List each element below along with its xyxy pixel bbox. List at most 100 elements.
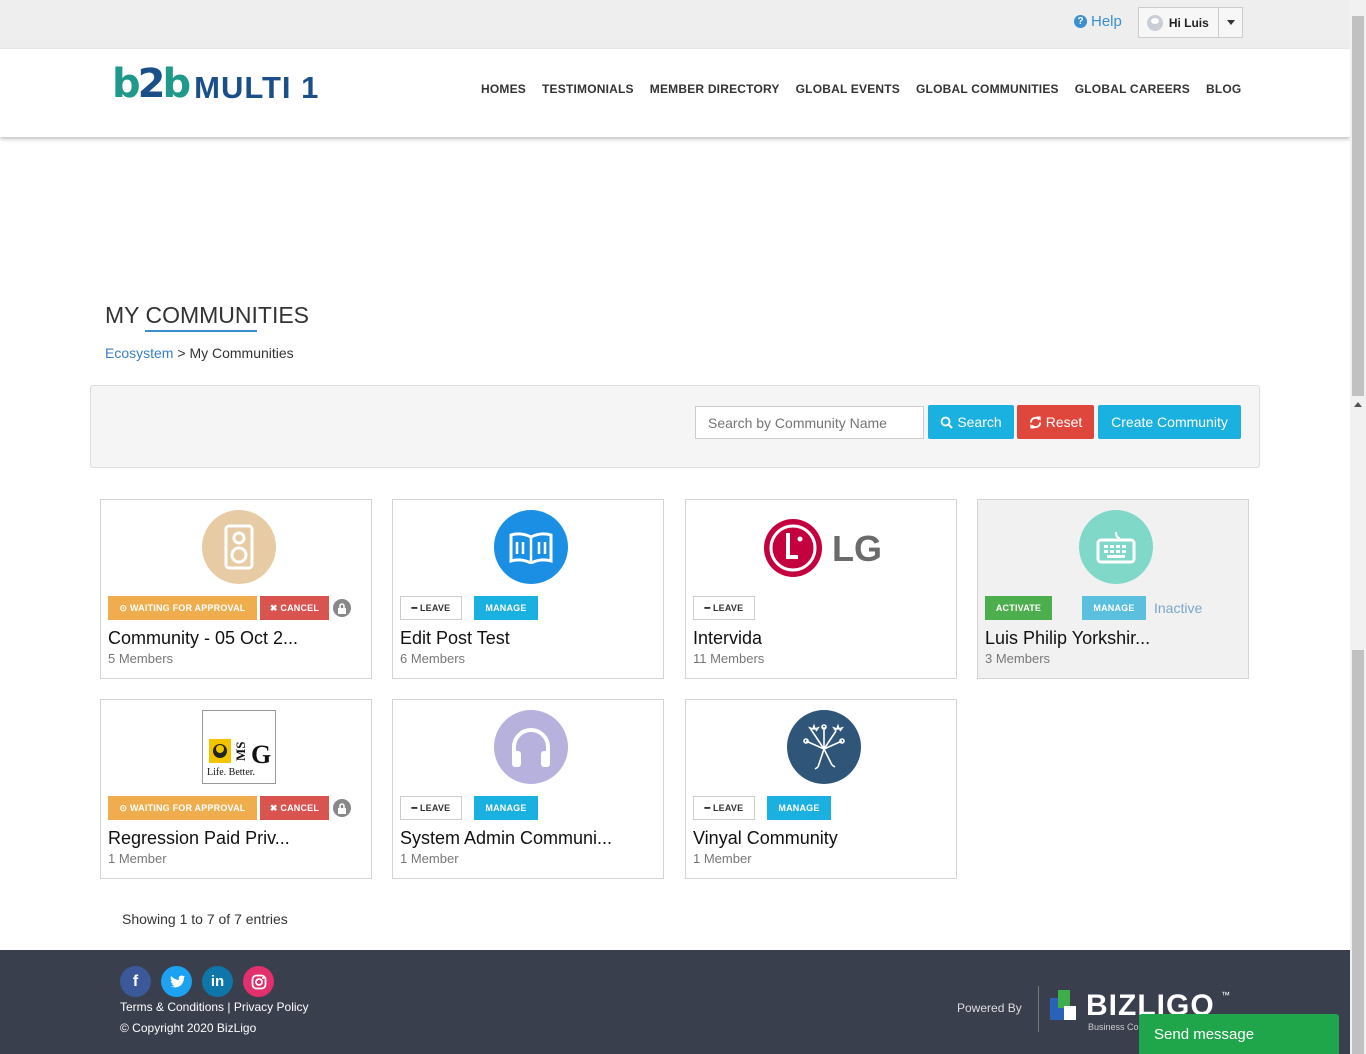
leave-button[interactable]: ━ LEAVE [400,596,462,620]
terms-link[interactable]: Terms & Conditions [120,1000,224,1014]
nav-global-communities[interactable]: GLOBAL COMMUNITIES [916,82,1059,96]
site-header: b2b MULTI 1 HOMES TESTIMONIALS MEMBER DI… [0,49,1350,137]
community-member-count: 11 Members [693,651,765,666]
send-message-chat-button[interactable]: Send message [1139,1014,1339,1054]
community-search-input[interactable] [695,406,924,439]
bizligo-mark-icon [1050,990,1076,1020]
status-inactive: Inactive [1154,600,1203,616]
breadcrumb-current: My Communities [189,345,294,361]
community-member-count: 1 Member [400,851,459,866]
refresh-icon [1029,415,1041,429]
waiting-for-approval-badge: ⊙ WAITING FOR APPROVAL [108,596,257,620]
search-icon [940,416,954,429]
community-card[interactable]: ━ LEAVE MANAGE Edit Post Test 6 Members [392,499,664,679]
footer-links: Terms & Conditions | Privacy Policy [120,1000,309,1014]
title-underline [145,330,257,332]
community-card[interactable]: LG ━ LEAVE Intervida 11 Members [685,499,957,679]
headphones-icon [494,710,568,784]
community-name[interactable]: Intervida [693,628,762,649]
community-name[interactable]: Regression Paid Priv... [108,828,290,849]
nav-global-careers[interactable]: GLOBAL CAREERS [1075,82,1190,96]
svg-text:MS: MS [233,742,248,762]
logo-text: MULTI 1 [194,70,320,105]
social-links: f in [120,966,274,997]
chevron-down-icon[interactable] [1218,8,1242,37]
waiting-for-approval-badge: ⊙ WAITING FOR APPROVAL [108,796,257,820]
privacy-link[interactable]: Privacy Policy [234,1000,309,1014]
community-card[interactable]: ━ LEAVE MANAGE System Admin Communi... 1… [392,699,664,879]
scroll-up-arrow-icon[interactable] [1354,402,1362,407]
community-name[interactable]: Community - 05 Oct 2... [108,628,298,649]
search-button-label: Search [957,414,1002,430]
mg-logo: MS G Life. Better. [202,710,276,784]
copyright: © Copyright 2020 BizLigo [120,1021,257,1035]
svg-text:LG: LG [832,528,882,569]
community-card[interactable]: MS G Life. Better. ⊙ WAITING FOR APPROVAL… [100,699,372,879]
trademark-symbol: ™ [1221,990,1230,1000]
book-icon [494,510,568,584]
linkedin-icon[interactable]: in [202,966,233,997]
community-member-count: 1 Member [693,851,752,866]
facebook-icon[interactable]: f [120,966,151,997]
breadcrumb-ecosystem[interactable]: Ecosystem [105,345,173,361]
nav-testimonials[interactable]: TESTIMONIALS [542,82,634,96]
fireworks-icon [787,710,861,784]
leave-button[interactable]: ━ LEAVE [693,796,755,820]
cancel-button[interactable]: ✖ CANCEL [260,796,329,820]
question-icon: ? [1074,15,1087,28]
community-card[interactable]: ⊙ WAITING FOR APPROVAL ✖ CANCEL Communit… [100,499,372,679]
reset-button[interactable]: Reset [1017,405,1094,439]
top-utility-bar: ? Help Hi Luis [0,0,1350,49]
nav-global-events[interactable]: GLOBAL EVENTS [796,82,900,96]
community-member-count: 3 Members [985,651,1051,666]
community-name[interactable]: Luis Philip Yorkshir... [985,628,1150,649]
bizligo-tagline: Business Co [1088,1022,1139,1032]
activate-button[interactable]: ACTIVATE [985,596,1052,620]
twitter-icon[interactable] [161,966,192,997]
community-name[interactable]: Vinyal Community [693,828,838,849]
help-label: Help [1091,13,1122,30]
community-member-count: 1 Member [108,851,167,866]
breadcrumb: Ecosystem > My Communities [105,345,294,361]
keyboard-icon [1079,510,1153,584]
community-name[interactable]: System Admin Communi... [400,828,612,849]
page-scrollbar[interactable] [1350,0,1366,1054]
nav-member-directory[interactable]: MEMBER DIRECTORY [650,82,780,96]
logo-mark: b2b [112,61,191,107]
mg-logo-tagline: Life. Better. [207,767,256,778]
instagram-icon[interactable] [243,966,274,997]
manage-button[interactable]: MANAGE [474,596,538,620]
cancel-button[interactable]: ✖ CANCEL [260,596,329,620]
nav-homes[interactable]: HOMES [481,82,526,96]
search-button[interactable]: Search [928,405,1014,439]
avatar [1147,14,1163,31]
lock-icon [333,599,351,617]
scrollbar-track-segment[interactable] [1352,650,1364,1054]
leave-button[interactable]: ━ LEAVE [400,796,462,820]
reset-button-label: Reset [1045,414,1083,430]
pagination-summary: Showing 1 to 7 of 7 entries [122,911,288,927]
create-community-button[interactable]: Create Community [1098,405,1241,439]
breadcrumb-separator: > [173,345,190,361]
nav-blog[interactable]: BLOG [1206,82,1241,96]
scrollbar-thumb[interactable] [1352,16,1364,396]
svg-text:G: G [251,740,271,769]
community-card[interactable]: ACTIVATE MANAGE Inactive Luis Philip Yor… [977,499,1249,679]
page-title: MY COMMUNITIES [105,302,310,328]
site-logo[interactable]: b2b MULTI 1 [112,64,319,104]
manage-button[interactable]: MANAGE [767,796,831,820]
lock-icon [333,799,351,817]
footer-link-separator: | [224,1000,234,1014]
leave-button[interactable]: ━ LEAVE [693,596,755,620]
community-card[interactable]: ━ LEAVE MANAGE Vinyal Community 1 Member [685,699,957,879]
community-member-count: 6 Members [400,651,466,666]
community-name[interactable]: Edit Post Test [400,628,510,649]
user-greeting: Hi Luis [1168,15,1209,30]
manage-button[interactable]: MANAGE [474,796,538,820]
speaker-icon [202,510,276,584]
manage-button[interactable]: MANAGE [1082,596,1146,620]
lg-logo: LG [762,517,892,579]
community-member-count: 5 Members [108,651,174,666]
user-menu-button[interactable]: Hi Luis [1138,7,1243,38]
help-link[interactable]: ? Help [1074,13,1122,30]
